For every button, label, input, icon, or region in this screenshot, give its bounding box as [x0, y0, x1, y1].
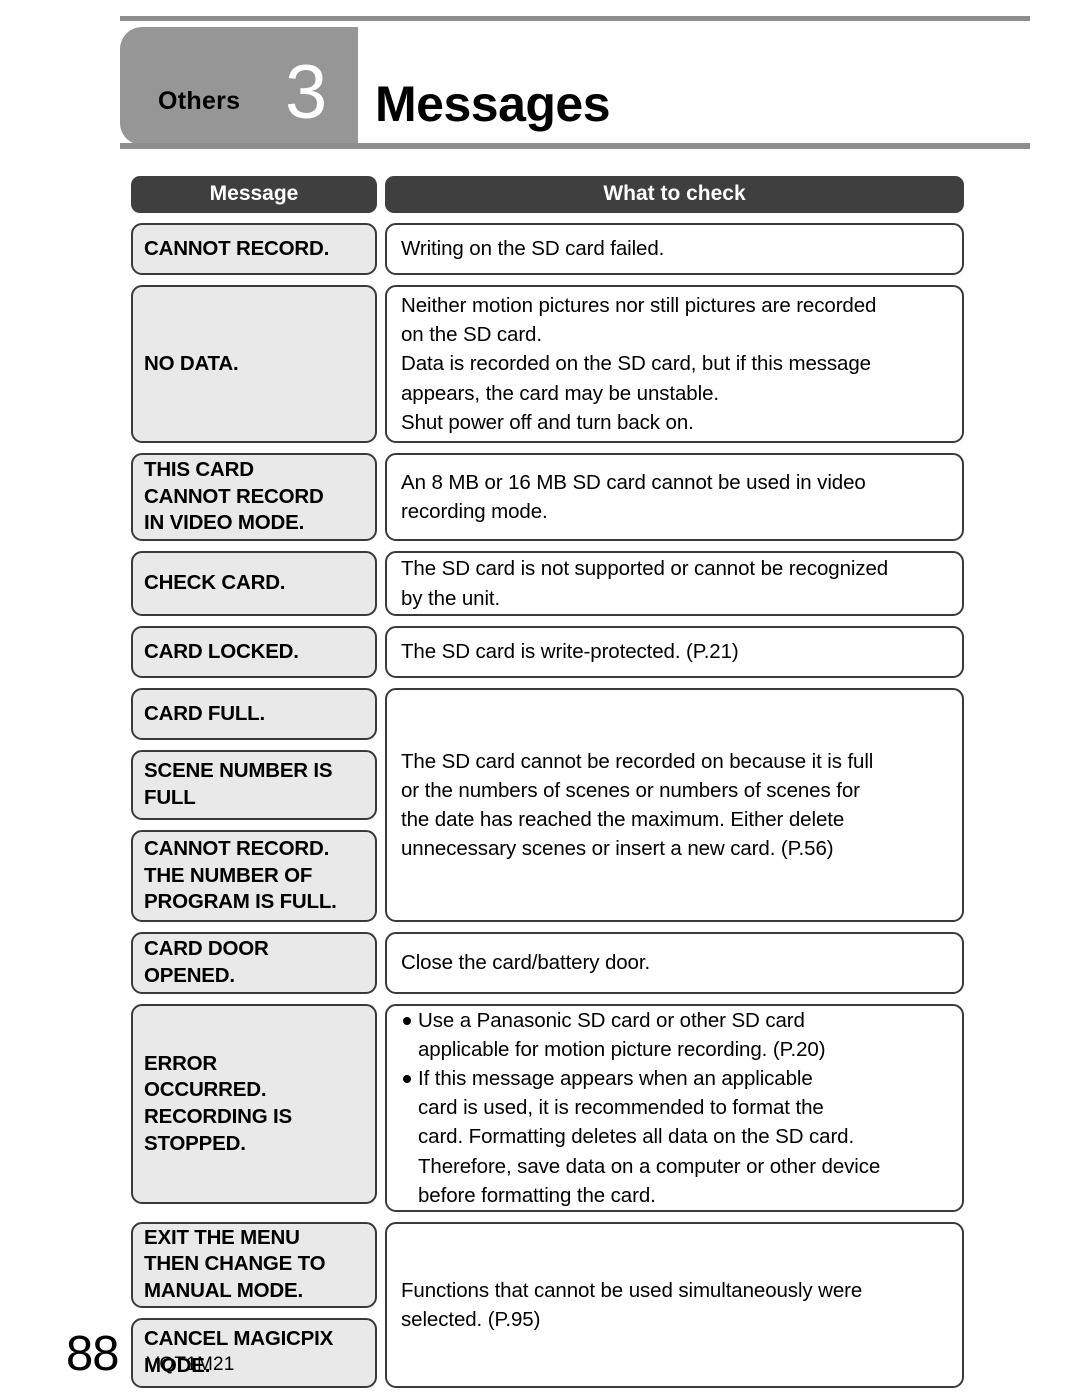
- message-cell: CANNOT RECORD.: [131, 223, 377, 275]
- check-column: Functions that cannot be used simultaneo…: [385, 1221, 964, 1388]
- check-cell: Neither motion pictures nor still pictur…: [385, 285, 964, 443]
- message-text: EXIT THE MENU THEN CHANGE TO MANUAL MODE.: [144, 1225, 326, 1303]
- message-cell: CARD LOCKED.: [131, 626, 377, 678]
- message-column: CARD DOOR OPENED.: [131, 932, 377, 994]
- check-column: Neither motion pictures nor still pictur…: [385, 285, 964, 443]
- message-text: CANNOT RECORD.: [144, 236, 330, 260]
- message-text: CHECK CARD.: [144, 571, 286, 595]
- chapter-label: Others: [158, 87, 241, 115]
- message-cell: CHECK CARD.: [131, 551, 377, 616]
- check-text: Close the card/battery door.: [401, 951, 651, 975]
- message-text: SCENE NUMBER IS FULL: [144, 759, 333, 809]
- check-text: The SD card cannot be recorded on becaus…: [401, 749, 874, 861]
- message-column: CARD LOCKED.: [131, 626, 377, 678]
- chapter-header: Others 3 Messages: [120, 27, 1030, 145]
- check-text: Writing on the SD card failed.: [401, 237, 665, 261]
- check-column: The SD card cannot be recorded on becaus…: [385, 688, 964, 922]
- message-text: CARD LOCKED.: [144, 639, 299, 663]
- check-column: The SD card is write-protected. (P.21): [385, 626, 964, 678]
- message-text: CANNOT RECORD. THE NUMBER OF PROGRAM IS FU…: [144, 837, 337, 914]
- check-cell: Close the card/battery door.: [385, 932, 964, 994]
- check-column: Use a Panasonic SD card or other SD card…: [385, 1004, 964, 1212]
- check-text: Functions that cannot be used simultaneo…: [401, 1278, 863, 1331]
- table-row: NO DATA. Neither motion pictures nor stil…: [131, 285, 964, 443]
- check-cell: The SD card cannot be recorded on becaus…: [385, 688, 964, 922]
- check-cell: Functions that cannot be used simultaneo…: [385, 1221, 964, 1388]
- check-text: The SD card is write-protected. (P.21): [401, 640, 739, 664]
- message-cell: ERROR OCCURRED. RECORDING IS STOPPED.: [131, 1004, 377, 1204]
- bullet-item: Use a Panasonic SD card or other SD card…: [401, 1006, 948, 1064]
- message-cell: THIS CARD CANNOT RECORD IN VIDEO MODE.: [131, 453, 377, 541]
- check-cell: An 8 MB or 16 MB SD card cannot be used …: [385, 453, 964, 541]
- check-column: An 8 MB or 16 MB SD card cannot be used …: [385, 453, 964, 541]
- message-text: THIS CARD CANNOT RECORD IN VIDEO MODE.: [144, 458, 324, 535]
- message-text: NO DATA.: [144, 351, 239, 375]
- table-row: THIS CARD CANNOT RECORD IN VIDEO MODE. An 8…: [131, 453, 964, 541]
- check-column: The SD card is not supported or cannot b…: [385, 551, 964, 616]
- bullet-list: Use a Panasonic SD card or other SD card…: [401, 1006, 948, 1210]
- table-row: CARD LOCKED. The SD card is write-protect…: [131, 626, 964, 678]
- table-header-row: Message What to check: [131, 176, 964, 213]
- chapter-number: 3: [285, 50, 327, 135]
- table-row: CARD DOOR OPENED. Close the card/battery d…: [131, 932, 964, 994]
- check-text: The SD card is not supported or cannot b…: [401, 557, 889, 610]
- message-cell: CARD DOOR OPENED.: [131, 932, 377, 994]
- message-column: NO DATA.: [131, 285, 377, 443]
- page-title: Messages: [375, 76, 611, 132]
- page-number: 88: [66, 1327, 120, 1381]
- check-cell: Use a Panasonic SD card or other SD card…: [385, 1004, 964, 1212]
- bullet-item: If this message appears when an applicab…: [401, 1064, 948, 1210]
- check-cell: Writing on the SD card failed.: [385, 223, 964, 275]
- message-text: CARD FULL.: [144, 701, 265, 725]
- message-cell: CANNOT RECORD. THE NUMBER OF PROGRAM IS FU…: [131, 830, 377, 922]
- table-row: CANNOT RECORD. Writing on the SD card fai…: [131, 223, 964, 275]
- header-rule: [120, 143, 1030, 149]
- check-text: Neither motion pictures nor still pictur…: [401, 294, 877, 434]
- message-column: CANNOT RECORD.: [131, 223, 377, 275]
- table-row: EXIT THE MENU THEN CHANGE TO MANUAL MODE. C…: [131, 1221, 964, 1388]
- column-header-message: Message: [131, 176, 377, 213]
- message-column: ERROR OCCURRED. RECORDING IS STOPPED.: [131, 1004, 377, 1212]
- table-row: CHECK CARD. The SD card is not supported …: [131, 551, 964, 616]
- message-cell: CARD FULL.: [131, 688, 377, 740]
- check-cell: The SD card is write-protected. (P.21): [385, 626, 964, 678]
- check-text: Use a Panasonic SD card or other SD card…: [401, 1006, 948, 1210]
- messages-table: Message What to check CANNOT RECORD. Writ…: [131, 176, 964, 1398]
- check-cell: The SD card is not supported or cannot b…: [385, 551, 964, 616]
- message-column: THIS CARD CANNOT RECORD IN VIDEO MODE.: [131, 453, 377, 541]
- page-footer: 88 VQT1M21: [66, 1330, 235, 1379]
- message-text: ERROR OCCURRED. RECORDING IS STOPPED.: [144, 1051, 292, 1155]
- top-rule: [120, 16, 1030, 21]
- check-text: An 8 MB or 16 MB SD card cannot be used …: [401, 470, 866, 523]
- table-row: ERROR OCCURRED. RECORDING IS STOPPED. Use a …: [131, 1004, 964, 1212]
- message-cell: NO DATA.: [131, 285, 377, 443]
- check-column: Writing on the SD card failed.: [385, 223, 964, 275]
- column-header-what-to-check: What to check: [385, 176, 964, 213]
- message-column: CHECK CARD.: [131, 551, 377, 616]
- table-row: CARD FULL. SCENE NUMBER IS FULL CANNOT RECO…: [131, 688, 964, 922]
- message-cell: EXIT THE MENU THEN CHANGE TO MANUAL MODE.: [131, 1221, 377, 1308]
- check-column: Close the card/battery door.: [385, 932, 964, 994]
- table-body: CANNOT RECORD. Writing on the SD card fai…: [131, 223, 964, 1388]
- message-text: CARD DOOR OPENED.: [144, 937, 269, 987]
- document-code: VQT1M21: [146, 1354, 235, 1375]
- message-cell: SCENE NUMBER IS FULL: [131, 750, 377, 820]
- message-column: CARD FULL. SCENE NUMBER IS FULL CANNOT RECO…: [131, 688, 377, 922]
